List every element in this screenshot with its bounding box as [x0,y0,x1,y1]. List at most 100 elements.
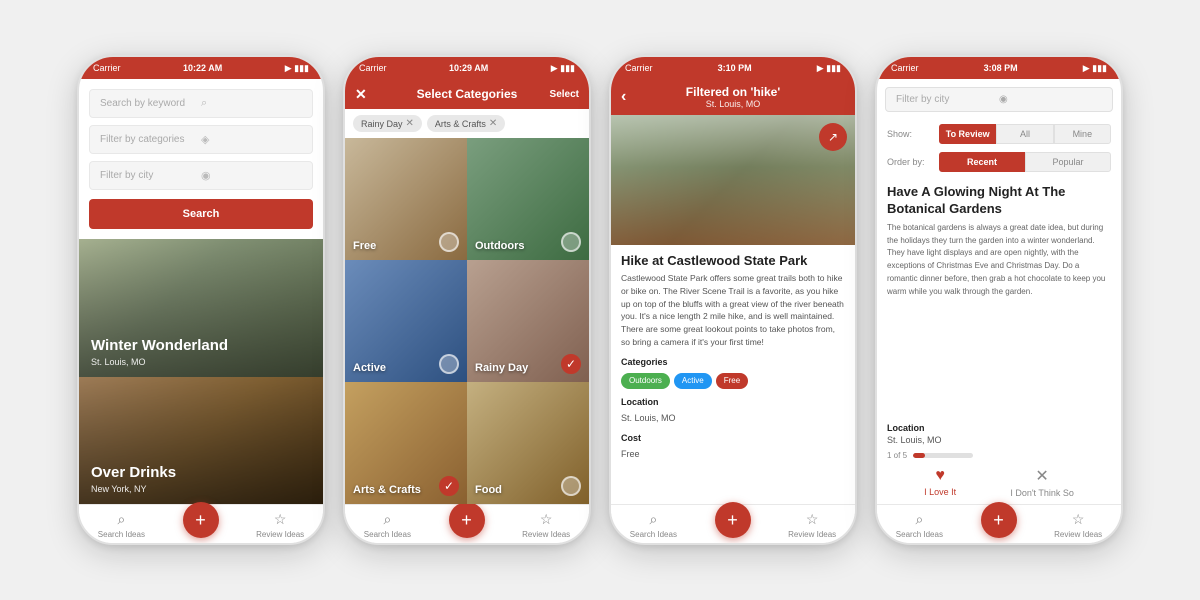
cat-arts[interactable]: Arts & Crafts ✓ [345,382,467,504]
categories-input[interactable]: Filter by categories ◈ [89,125,313,154]
nav-search-3[interactable]: ⌕ Search Ideas [630,511,677,539]
search-form: Search by keyword ⌕ Filter by categories… [79,79,323,239]
detail-body: Castlewood State Park offers some great … [611,272,855,504]
detail-image: ↗ [611,115,855,245]
nav-search-1[interactable]: ⌕ Search Ideas [98,511,145,539]
city-input[interactable]: Filter by city ◉ [89,161,313,190]
search-button[interactable]: Search [89,199,313,229]
bottom-nav-2: ⌕ Search Ideas + ☆ Review Ideas [345,504,589,543]
location-icon: ◉ [201,169,302,182]
header-title-block-3: Filtered on 'hike' St. Louis, MO [686,85,780,109]
nav-search-4[interactable]: ⌕ Search Ideas [896,511,943,539]
chip-row: Rainy Day ✕ Arts & Crafts ✕ [345,109,589,138]
cat-free[interactable]: Free [345,138,467,260]
nav-search-2[interactable]: ⌕ Search Ideas [364,511,411,539]
search-nav-icon-2: ⌕ [383,511,391,528]
star-nav-icon: ☆ [274,511,287,528]
hero-subtitle-2: New York, NY [91,484,147,494]
review-body: The botanical gardens is always a great … [877,222,1121,416]
show-toggle: To Review All Mine [939,124,1111,144]
time-2: 10:29 AM [449,63,488,73]
status-bar-2: Carrier 10:29 AM ▶ ▮▮▮ [345,57,589,79]
cat-check-arts[interactable]: ✓ [439,476,459,496]
order-row: Order by: Recent Popular [877,148,1121,176]
header-3: ‹ Filtered on 'hike' St. Louis, MO [611,79,855,115]
review-title: Have A Glowing Night At The Botanical Ga… [877,176,1121,222]
fab-2[interactable]: + [449,502,485,538]
show-mine[interactable]: Mine [1054,124,1111,144]
cat-check-active[interactable] [439,354,459,374]
bottom-nav-4: ⌕ Search Ideas + ☆ Review Ideas [877,504,1121,543]
carrier-4: Carrier [891,63,919,73]
detail-title: Hike at Castlewood State Park [611,245,855,272]
hero-card-1[interactable]: Winter Wonderland St. Louis, MO [79,239,323,377]
progress-track [913,453,973,458]
search-icon: ⌕ [201,97,302,110]
close-button[interactable]: ✕ [355,86,367,103]
heart-icon: ♥ [935,467,945,485]
cat-rainy[interactable]: Rainy Day ✓ [467,260,589,382]
chip-arts[interactable]: Arts & Crafts ✕ [427,115,505,132]
fab-3[interactable]: + [715,502,751,538]
cat-check-rainy[interactable]: ✓ [561,354,581,374]
cat-active[interactable]: Active [345,260,467,382]
order-toggle: Recent Popular [939,152,1111,172]
show-all[interactable]: All [996,124,1053,144]
show-label: Show: [887,129,939,139]
show-to-review[interactable]: To Review [939,124,996,144]
cat-check-food[interactable] [561,476,581,496]
keyword-input[interactable]: Search by keyword ⌕ [89,89,313,118]
time-1: 10:22 AM [183,63,222,73]
detail-location: St. Louis, MO [621,412,845,426]
hero-cards: Winter Wonderland St. Louis, MO Over Dri… [79,239,323,504]
nav-review-3[interactable]: ☆ Review Ideas [788,511,836,539]
chip-close-rainy[interactable]: ✕ [406,118,414,129]
detail-description: Castlewood State Park offers some great … [621,272,845,349]
hero-title-2: Over Drinks [91,464,176,482]
fab-4[interactable]: + [981,502,1017,538]
order-popular[interactable]: Popular [1025,152,1111,172]
hero-title-1: Winter Wonderland [91,337,228,355]
order-label: Order by: [887,157,939,167]
header-title-2: Select Categories [417,87,518,101]
bottom-nav-1: ⌕ Search Ideas + ☆ Review Ideas [79,504,323,543]
review-location: St. Louis, MO [887,435,1111,445]
screen-3: ↗ Hike at Castlewood State Park Castlewo… [611,115,855,504]
battery-icons-3: ▶ ▮▮▮ [817,63,841,74]
nav-review-2[interactable]: ☆ Review Ideas [522,511,570,539]
city-filter-input[interactable]: Filter by city ◉ [885,87,1113,112]
time-3: 3:10 PM [718,63,752,73]
header-2: ✕ Select Categories Select [345,79,589,109]
cat-check-outdoors[interactable] [561,232,581,252]
x-icon: ✕ [1035,466,1048,486]
carrier-3: Carrier [625,63,653,73]
tag-icon: ◈ [201,133,302,146]
hero-subtitle-1: St. Louis, MO [91,357,146,367]
phone-search: Carrier 10:22 AM ▶ ▮▮▮ Search by keyword… [77,55,325,545]
tag-outdoors: Outdoors [621,373,670,389]
love-it-button[interactable]: ♥ I Love It [924,467,956,497]
carrier-1: Carrier [93,63,121,73]
cat-outdoors[interactable]: Outdoors [467,138,589,260]
order-recent[interactable]: Recent [939,152,1025,172]
search-nav-icon-4: ⌕ [915,511,923,528]
select-button[interactable]: Select [550,89,579,100]
tag-active: Active [674,373,712,389]
chip-close-arts[interactable]: ✕ [489,118,497,129]
hero-card-2[interactable]: Over Drinks New York, NY [79,377,323,504]
progress-fill [913,453,925,458]
carrier-2: Carrier [359,63,387,73]
chip-rainy[interactable]: Rainy Day ✕ [353,115,422,132]
review-actions: ♥ I Love It ✕ I Don't Think So [877,460,1121,504]
cat-food[interactable]: Food [467,382,589,504]
back-button-3[interactable]: ‹ [621,88,626,106]
share-button[interactable]: ↗ [819,123,847,151]
nav-review-1[interactable]: ☆ Review Ideas [256,511,304,539]
show-row: Show: To Review All Mine [877,120,1121,148]
dont-think-so-button[interactable]: ✕ I Don't Think So [1010,466,1074,498]
nav-review-4[interactable]: ☆ Review Ideas [1054,511,1102,539]
review-location-section: Location St. Louis, MO [877,416,1121,445]
phone-review: Carrier 3:08 PM ▶ ▮▮▮ Filter by city ◉ S… [875,55,1123,545]
cat-check-free[interactable] [439,232,459,252]
fab-1[interactable]: + [183,502,219,538]
